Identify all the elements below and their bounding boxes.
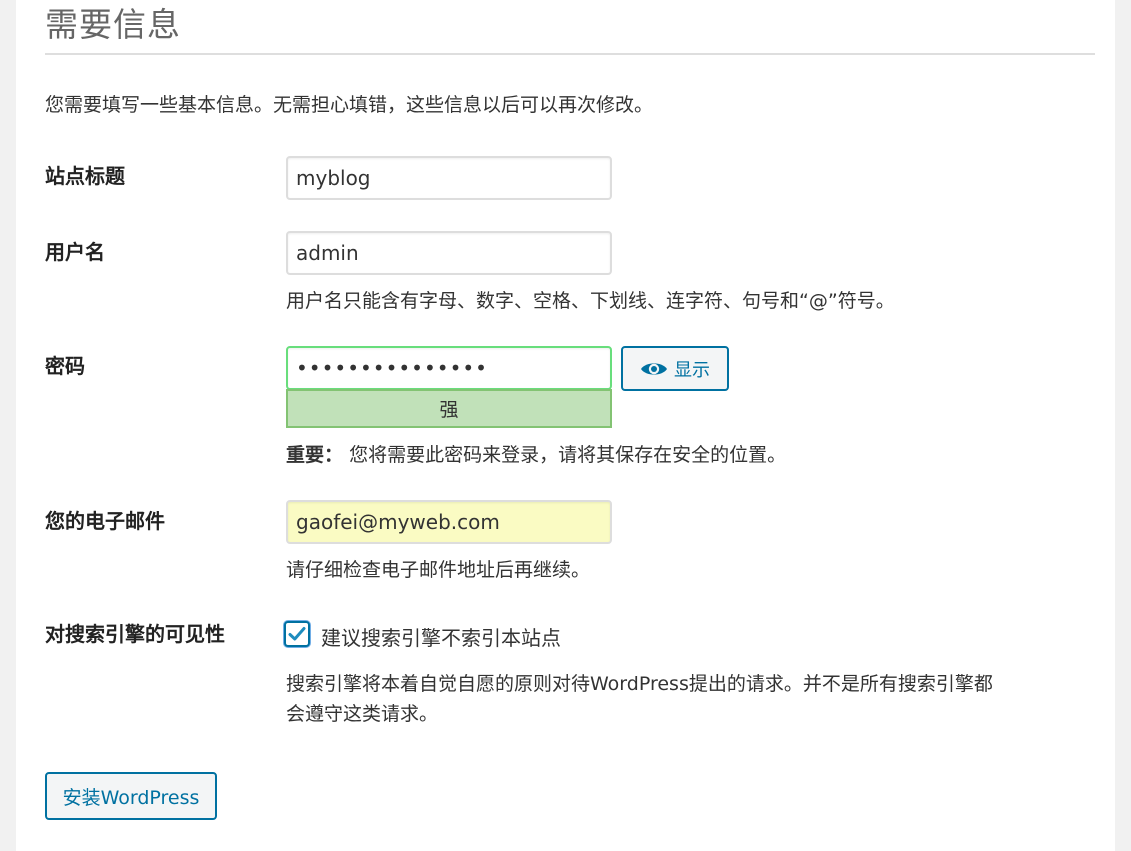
password-input[interactable]	[286, 346, 612, 390]
email-label: 您的电子邮件	[45, 509, 165, 533]
discourage-search-checkbox[interactable]	[284, 621, 310, 647]
username-label: 用户名	[45, 240, 105, 264]
show-password-button[interactable]: 显示	[621, 346, 729, 391]
username-input[interactable]	[286, 231, 612, 275]
page-title: 需要信息	[45, 5, 181, 44]
email-input[interactable]	[286, 500, 612, 544]
visibility-label: 对搜索引擎的可见性	[45, 622, 225, 646]
password-label: 密码	[45, 354, 85, 378]
password-note-important: 重要：	[286, 444, 344, 466]
site-title-input[interactable]	[286, 156, 612, 200]
site-title-label: 站点标题	[45, 164, 125, 188]
password-strength-meter: 强	[286, 389, 612, 428]
visibility-hint-line2: 会遵守这类请求。	[286, 703, 439, 725]
show-password-label: 显示	[674, 359, 710, 381]
username-hint: 用户名只能含有字母、数字、空格、下划线、连字符、句号和“@”符号。	[286, 290, 895, 312]
title-divider	[45, 53, 1095, 55]
email-hint: 请仔细检查电子邮件地址后再继续。	[286, 559, 591, 581]
checkmark-icon	[288, 627, 306, 641]
eye-icon	[641, 362, 667, 375]
password-note: 重要： 您将需要此密码来登录，请将其保存在安全的位置。	[286, 440, 786, 467]
intro-text: 您需要填写一些基本信息。无需担心填错，这些信息以后可以再次修改。	[45, 94, 654, 116]
install-wordpress-button[interactable]: 安装WordPress	[45, 772, 217, 820]
visibility-hint-line1: 搜索引擎将本着自觉自愿的原则对待WordPress提出的请求。并不是所有搜索引擎…	[286, 673, 993, 695]
install-form-panel: 需要信息 您需要填写一些基本信息。无需担心填错，这些信息以后可以再次修改。 站点…	[16, 0, 1115, 851]
password-note-text: 您将需要此密码来登录，请将其保存在安全的位置。	[349, 444, 787, 466]
discourage-search-label[interactable]: 建议搜索引擎不索引本站点	[321, 622, 561, 651]
